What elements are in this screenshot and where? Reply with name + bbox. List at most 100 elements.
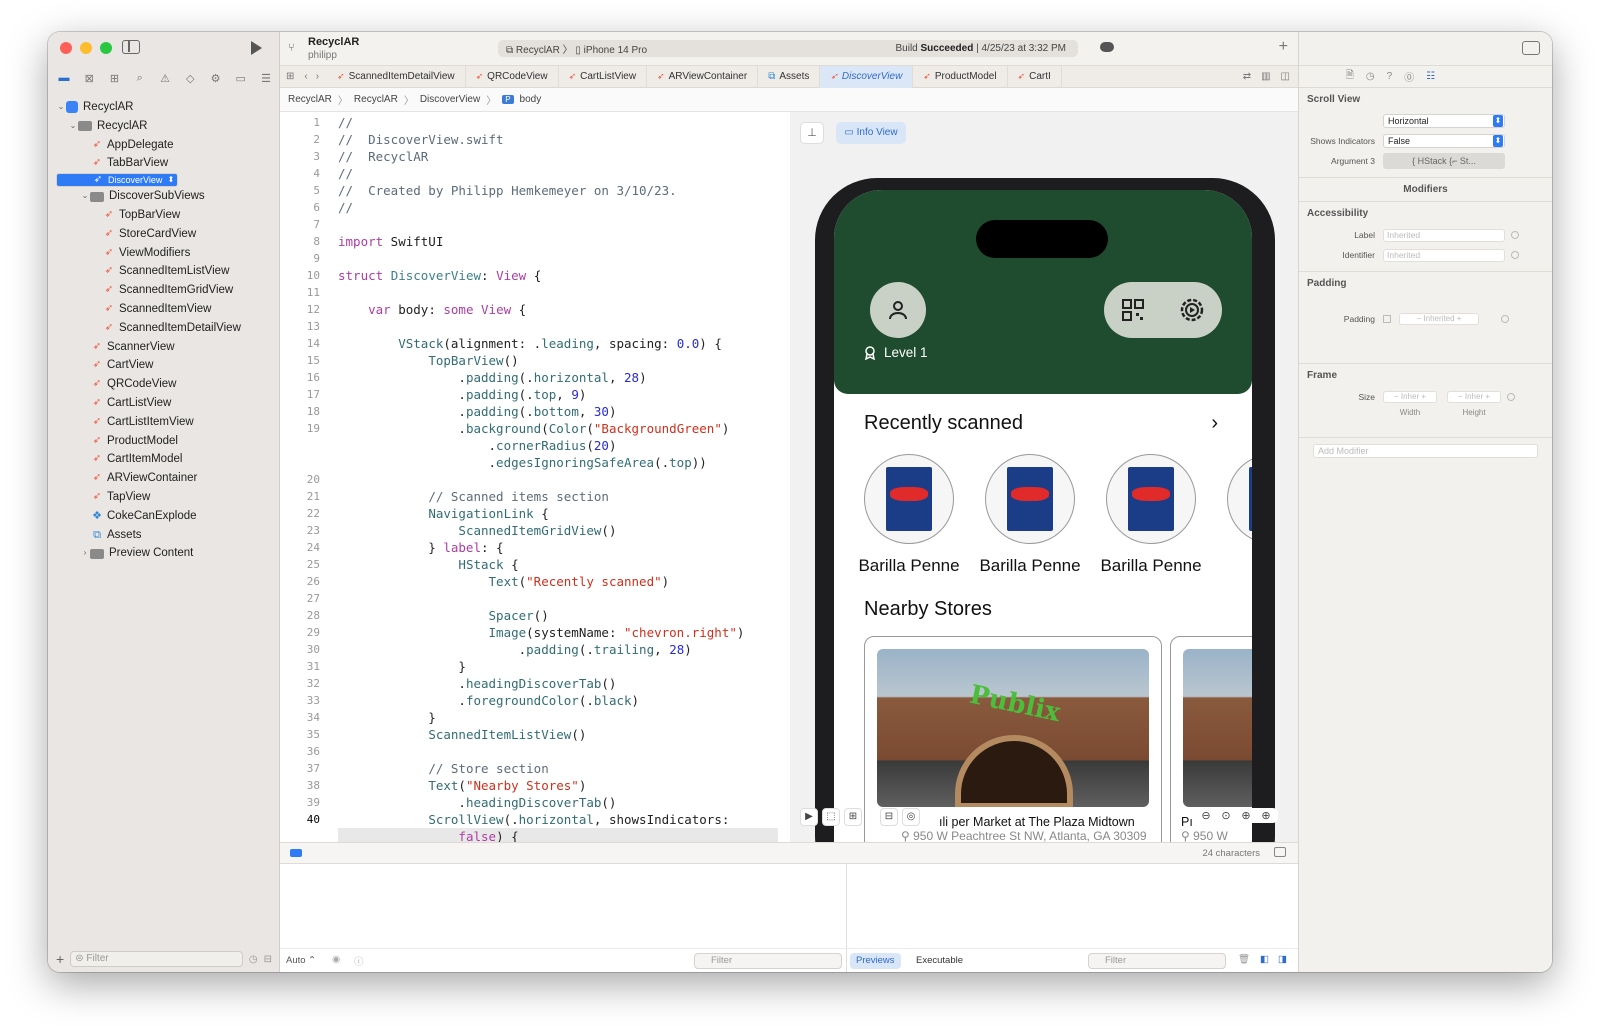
recently-scanned-heading[interactable]: Recently scanned (864, 412, 1023, 435)
code-line[interactable]: // DiscoverView.swift (338, 131, 778, 148)
editor-tab[interactable]: ⧉ Assets (758, 65, 821, 88)
zoom-out-icon[interactable]: ⊖ (1198, 809, 1214, 822)
code-line[interactable]: false) { (338, 828, 778, 842)
tree-item[interactable]: ➶ QRCodeView (56, 375, 272, 394)
right-pane-icon[interactable]: ◨ (1278, 954, 1287, 965)
code-line[interactable]: .cornerRadius(20) (338, 437, 778, 454)
source-code[interactable]: //// DiscoverView.swift// RecyclAR//// C… (338, 114, 778, 842)
code-line[interactable]: // (338, 199, 778, 216)
info-view-button[interactable]: ▭ Info View (836, 122, 906, 144)
editor-tab[interactable]: ➶ QRCodeView (466, 65, 559, 88)
editor-tab[interactable]: ➶ CartListView (559, 65, 648, 88)
jump-bar-item[interactable]: DiscoverView (420, 94, 480, 105)
code-line[interactable] (338, 318, 778, 335)
jump-bar-item[interactable]: body (520, 94, 542, 105)
code-line[interactable]: } label: { (338, 539, 778, 556)
code-line[interactable]: Text("Nearby Stores") (338, 777, 778, 794)
padding-checkbox[interactable] (1383, 315, 1391, 323)
editor-options-icon[interactable]: ▥ (1256, 71, 1275, 82)
help-inspector-icon[interactable]: ? (1387, 71, 1393, 82)
tree-item[interactable]: ➶ ARViewContainer (56, 469, 272, 488)
scanned-item[interactable]: Ba (1211, 454, 1252, 576)
issue-icon[interactable]: ⚠ (157, 72, 173, 85)
left-pane-icon[interactable]: ◧ (1260, 954, 1269, 965)
code-line[interactable] (338, 250, 778, 267)
code-line[interactable]: HStack { (338, 556, 778, 573)
tree-item[interactable]: ➶ ScannedItemGridView (56, 281, 272, 300)
settings-gear-icon[interactable] (1178, 296, 1206, 324)
pin-icon[interactable]: ⊥ (800, 122, 824, 144)
tree-item[interactable]: ⧉ Assets (56, 526, 272, 545)
width-stepper[interactable]: − Inher + (1383, 391, 1437, 403)
padding-stepper[interactable]: − Inherited + (1399, 313, 1479, 325)
accessibility-label-field[interactable]: Inherited (1383, 228, 1505, 242)
variables-scope-select[interactable]: Auto ⌃ (286, 955, 316, 966)
variables-filter-input[interactable]: Filter (694, 953, 842, 969)
variants-icon[interactable]: ⊞ (844, 808, 862, 826)
report-icon[interactable]: ☰ (258, 72, 274, 85)
forward-icon[interactable]: › (312, 71, 327, 82)
code-line[interactable]: // Store section (338, 760, 778, 777)
code-line[interactable] (338, 284, 778, 301)
code-line[interactable]: .padding(.bottom, 30) (338, 403, 778, 420)
recent-icon[interactable]: ◷ (249, 954, 258, 965)
tree-item[interactable]: ➶ ScannedItemDetailView (56, 319, 272, 338)
branch-icon[interactable]: ⑂ (288, 42, 295, 54)
code-line[interactable]: struct DiscoverView: View { (338, 267, 778, 284)
code-line[interactable]: .edgesIgnoringSafeArea(.top)) (338, 454, 778, 471)
code-line[interactable]: Text("Recently scanned") (338, 573, 778, 590)
tree-item[interactable]: ➶ ScannedItemView (56, 300, 272, 319)
add-modifier-field[interactable]: Add Modifier (1313, 444, 1538, 458)
code-line[interactable]: .foregroundColor(.black) (338, 692, 778, 709)
editor-tab[interactable]: ➶ ScannedItemDetailView (327, 65, 466, 88)
scanned-item[interactable]: Barilla Penne (969, 454, 1091, 576)
code-line[interactable]: Spacer() (338, 607, 778, 624)
minimize-button[interactable] (80, 42, 92, 54)
breakpoint-icon[interactable]: ▭ (233, 72, 249, 85)
panel-toggle-icon[interactable] (1274, 847, 1286, 857)
reset-dot[interactable] (1501, 315, 1509, 323)
tree-item[interactable]: ➶ CartView (56, 356, 272, 375)
code-line[interactable]: // RecyclAR (338, 148, 778, 165)
reset-dot[interactable] (1507, 393, 1515, 401)
tree-item[interactable]: ➶ TopBarView (56, 206, 272, 225)
code-line[interactable]: VStack(alignment: .leading, spacing: 0.0… (338, 335, 778, 352)
shows-indicators-select[interactable]: False (1383, 134, 1505, 148)
disclosure-icon[interactable]: ⌄ (56, 98, 66, 117)
code-line[interactable]: .headingDiscoverTab() (338, 675, 778, 692)
jump-bar-item[interactable]: RecyclAR (354, 94, 398, 105)
zoom-fit-icon[interactable]: ⊕ (1238, 809, 1254, 822)
tree-item[interactable]: ➶ TabBarView (56, 154, 272, 173)
code-line[interactable]: var body: some View { (338, 301, 778, 318)
code-line[interactable]: Image(systemName: "chevron.right") (338, 624, 778, 641)
library-plus-icon[interactable]: + (1279, 38, 1288, 56)
code-line[interactable]: TopBarView() (338, 352, 778, 369)
height-stepper[interactable]: − Inher + (1447, 391, 1501, 403)
zoom-100-icon[interactable]: ⊙ (1218, 809, 1234, 822)
tree-item[interactable]: ➶ DiscoverView (56, 173, 178, 188)
close-button[interactable] (60, 42, 72, 54)
selectable-icon[interactable]: ⬚ (822, 808, 840, 826)
device-settings-icon[interactable]: ⊟ (880, 808, 898, 826)
sidebar-toggle-icon[interactable] (122, 40, 140, 54)
code-editor[interactable]: 1 2 3 4 5 6 7 8 9 10 11 12 13 14 15 16 17 18 19 20 21 22 23 24 2… (280, 112, 790, 842)
run-icon[interactable] (251, 41, 262, 55)
attributes-inspector-icon[interactable]: ☷ (1426, 71, 1435, 82)
code-line[interactable]: ScrollView(.horizontal, showsIndicators: (338, 811, 778, 828)
jump-bar-item[interactable]: RecyclAR (288, 94, 332, 105)
disclosure-icon[interactable]: ⌄ (68, 117, 78, 136)
tree-item[interactable]: › Preview Content (56, 544, 272, 563)
tree-item[interactable]: ➶ ProductModel (56, 432, 272, 451)
tree-item[interactable]: ➶ AppDelegate (56, 136, 272, 155)
code-line[interactable]: } (338, 709, 778, 726)
code-line[interactable] (338, 216, 778, 233)
reset-dot[interactable] (1511, 251, 1519, 259)
scheme-selector[interactable]: ⧉ RecyclAR 〉 ▯ iPhone 14 Pro (506, 41, 647, 56)
executable-tab[interactable]: Executable (916, 953, 963, 969)
console-filter-input[interactable]: Filter (1088, 953, 1226, 969)
file-inspector-icon[interactable]: 🗎 (1346, 68, 1354, 85)
scanned-item[interactable]: Barilla Penne (848, 454, 970, 576)
find-icon[interactable]: ⌕ (132, 72, 148, 85)
info-icon[interactable]: ⓘ (354, 954, 364, 968)
code-line[interactable]: .padding(.trailing, 28) (338, 641, 778, 658)
